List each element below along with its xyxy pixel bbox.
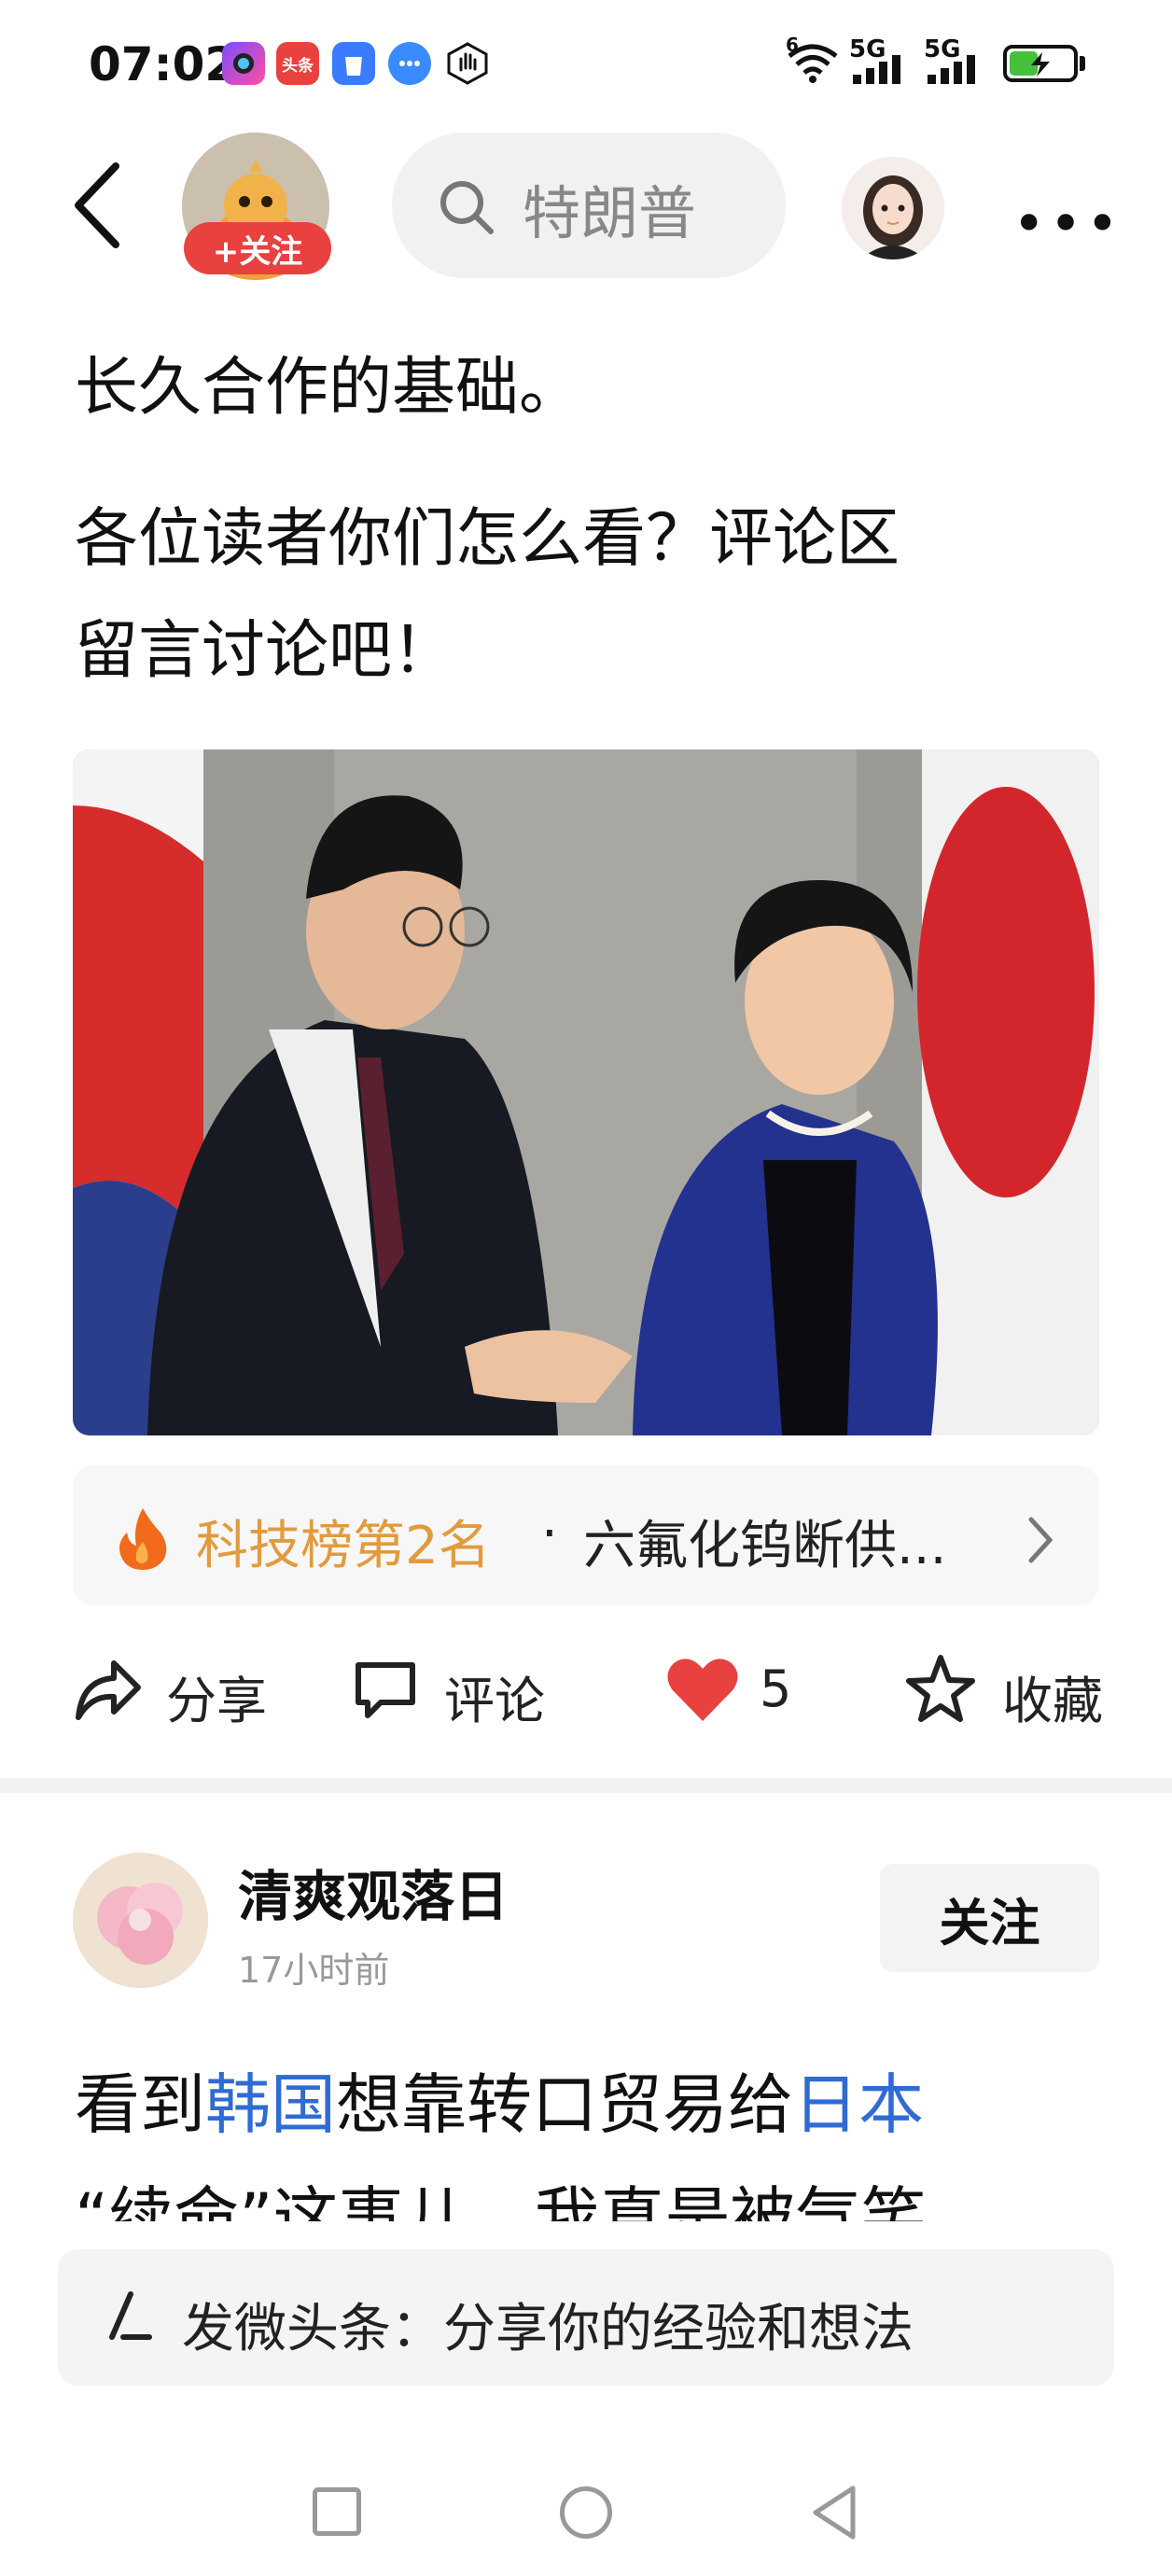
like-count: 5 — [760, 1659, 792, 1718]
nav-back-button[interactable] — [808, 2483, 858, 2546]
pen-icon — [101, 2289, 157, 2348]
favorite-button[interactable]: 收藏 — [905, 1652, 1120, 1736]
comment-time: 17小时前 — [238, 1950, 390, 1991]
user-avatar[interactable] — [842, 157, 944, 259]
topic-link-japan[interactable]: 日本 — [793, 2066, 924, 2143]
chat-icon — [388, 42, 431, 85]
like-button[interactable]: 5 — [664, 1652, 804, 1736]
follow-author-button[interactable]: +关注 — [184, 222, 331, 274]
search-icon — [437, 177, 496, 241]
compose-placeholder: 发微头条：分享你的经验和想法 — [182, 2299, 914, 2359]
share-button[interactable]: 分享 — [73, 1652, 287, 1736]
toutiao-badge-text: 头条 — [282, 56, 314, 76]
toutiao-app-icon: 头条 — [276, 42, 319, 85]
commenter-avatar[interactable] — [73, 1853, 208, 1988]
wifi-badge: 6 — [786, 34, 799, 56]
post-text: 看到韩国想靠转口贸易给日本 — [75, 2049, 1110, 2161]
back-button[interactable] — [65, 159, 131, 252]
home-button[interactable] — [560, 2486, 612, 2539]
share-label: 分享 — [166, 1672, 267, 1730]
follow-commenter-button[interactable]: 关注 — [880, 1864, 1099, 1972]
article-paragraph: 长久合作的基础。 — [75, 351, 583, 425]
comment-icon — [356, 1662, 415, 1718]
rank-title: 六氟化钨断供... — [583, 1516, 947, 1576]
section-divider — [0, 1778, 1172, 1793]
rank-separator: · — [541, 1504, 558, 1564]
signal-icon — [926, 54, 987, 90]
comment-label: 评论 — [444, 1672, 545, 1730]
topic-link-korea[interactable]: 韩国 — [205, 2066, 336, 2143]
commenter-name[interactable]: 清爽观落日 — [238, 1853, 509, 1931]
favorite-label: 收藏 — [1002, 1672, 1103, 1730]
chevron-right-icon — [1022, 1512, 1059, 1572]
status-time: 07:02 — [89, 37, 238, 91]
fire-icon — [114, 1505, 172, 1575]
recent-apps-button[interactable] — [313, 2487, 361, 2536]
app-market-icon — [332, 42, 375, 85]
more-options-icon[interactable]: ••• — [1012, 191, 1123, 257]
article-photo[interactable] — [73, 749, 1099, 1435]
signal-icon — [851, 54, 913, 90]
comment-button[interactable]: 评论 — [353, 1652, 567, 1736]
battery-cap — [1080, 56, 1085, 71]
hand-icon — [446, 42, 489, 85]
camera-app-icon — [222, 42, 265, 85]
post-text-part: 看到 — [75, 2066, 205, 2143]
post-text-part: 想靠转口贸易给 — [336, 2066, 793, 2143]
star-icon — [906, 1655, 975, 1722]
rank-label: 科技榜第2名 — [196, 1516, 491, 1576]
search-fade — [691, 149, 746, 252]
share-icon — [76, 1660, 141, 1720]
post-text-line2: “续命”这事儿，我真是被气笑 — [75, 2179, 927, 2221]
battery-icon — [1003, 45, 1078, 82]
article-paragraph: 留言讨论吧！ — [75, 614, 456, 688]
heart-icon — [667, 1659, 738, 1721]
article-paragraph: 各位读者你们怎么看？评论区 — [75, 502, 900, 576]
